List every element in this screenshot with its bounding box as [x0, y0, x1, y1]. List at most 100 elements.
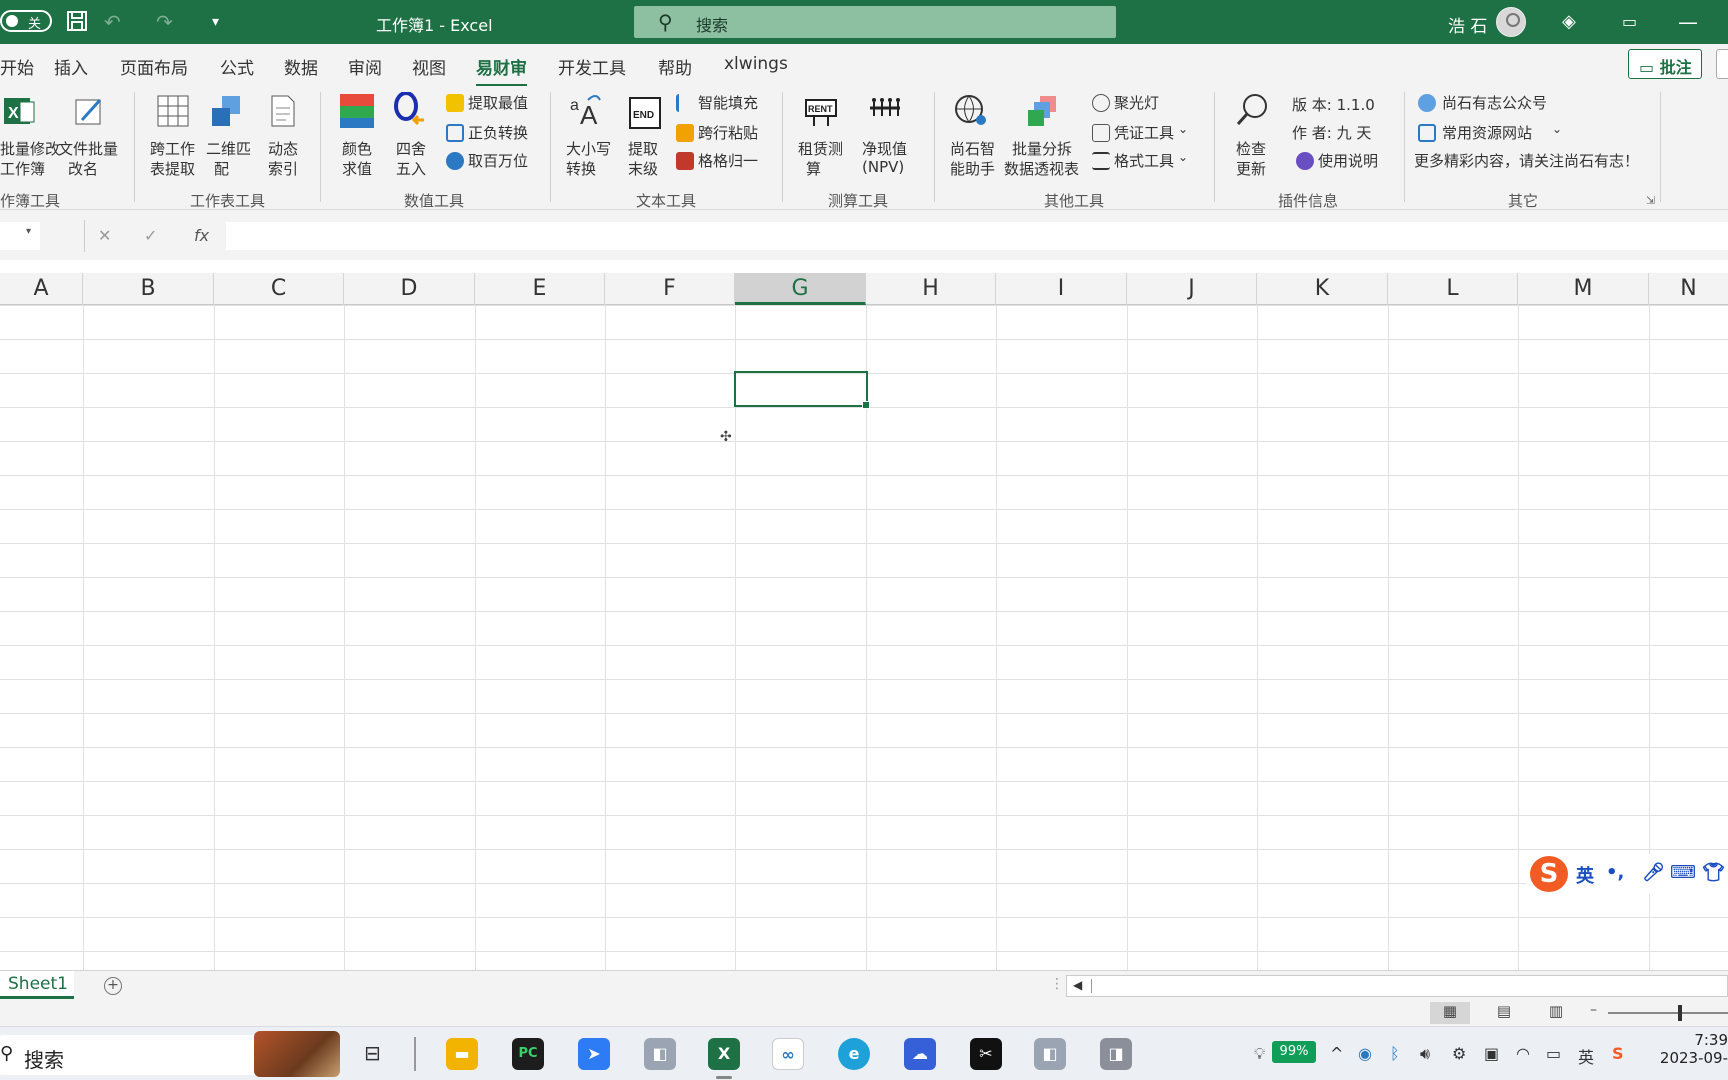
rename-icon[interactable] — [72, 94, 106, 128]
tray-app-icon[interactable]: ◉ — [1358, 1044, 1372, 1063]
cross-sheet-icon[interactable] — [156, 94, 190, 128]
comment-button[interactable]: ▭ 批注 — [1628, 49, 1702, 79]
voucher-label[interactable]: 凭证工具 — [1114, 122, 1174, 143]
tab-data[interactable]: 数据 — [284, 54, 318, 79]
color-sum-label-1[interactable]: 颜色 — [342, 138, 372, 159]
chevron-down-icon[interactable]: ▾ — [26, 226, 31, 237]
tab-yicaishen[interactable]: 易财审 — [476, 54, 527, 87]
page-layout-view-icon[interactable]: ▤ — [1484, 1002, 1524, 1024]
enter-icon[interactable]: ✓ — [144, 226, 157, 245]
zoom-out-icon[interactable]: – — [1590, 1002, 1597, 1018]
column-header[interactable]: M — [1518, 273, 1649, 305]
app-icon[interactable]: ◧ — [644, 1038, 676, 1070]
npv-label-2[interactable]: (NPV) — [862, 158, 904, 176]
workbook-label[interactable]: 工作簿 — [0, 158, 45, 179]
redo-icon[interactable]: ↷ — [156, 10, 173, 34]
case-convert-icon[interactable]: aA — [570, 92, 604, 126]
search-highlight-image[interactable] — [254, 1031, 340, 1077]
feishu-icon[interactable]: ➤ — [578, 1038, 610, 1070]
minimize-icon[interactable]: — — [1678, 10, 1698, 34]
volume-icon[interactable]: 🔊︎ — [1420, 1044, 1430, 1064]
cloud-app-icon[interactable]: ☁ — [904, 1038, 936, 1070]
battery-badge[interactable]: 99% — [1272, 1041, 1316, 1063]
undo-icon[interactable]: ↶ — [104, 10, 121, 34]
fx-button[interactable]: fx — [194, 226, 209, 245]
column-header[interactable]: C — [214, 273, 344, 305]
dynamic-index-icon[interactable] — [266, 94, 300, 128]
clock[interactable]: 7:39 2023-09- — [1652, 1031, 1728, 1067]
million-label[interactable]: 取百万位 — [468, 150, 528, 171]
excel-icon[interactable]: X — [708, 1038, 740, 1079]
tab-review[interactable]: 审阅 — [348, 54, 382, 79]
extract-max-label[interactable]: 提取最值 — [468, 92, 528, 113]
normalize-label[interactable]: 格格归一 — [698, 150, 758, 171]
scroll-split-handle[interactable]: ⋮ — [1050, 976, 1064, 992]
format-label[interactable]: 格式工具 — [1114, 150, 1174, 171]
lease-calc-icon[interactable]: RENT — [804, 94, 838, 128]
npv-label-1[interactable]: 净现值 — [862, 138, 907, 159]
dialog-launcher-icon[interactable]: ⇲ — [1646, 194, 1655, 207]
column-header[interactable]: H — [866, 273, 996, 305]
split-pivot-label-2[interactable]: 数据透视表 — [1004, 158, 1079, 179]
autosave-toggle[interactable]: 关 — [0, 10, 52, 32]
edge-icon[interactable]: e — [838, 1038, 870, 1070]
zoom-slider-knob[interactable] — [1678, 1005, 1682, 1021]
file-batch-label[interactable]: 文件批量 — [58, 138, 118, 159]
sign-switch-label[interactable]: 正负转换 — [468, 122, 528, 143]
active-cell[interactable] — [734, 371, 870, 409]
tab-help[interactable]: 帮助 — [658, 54, 692, 79]
column-header[interactable]: E — [475, 273, 605, 305]
chevron-down-icon[interactable]: ⌄ — [1178, 122, 1188, 136]
bulb-icon[interactable]: 💡︎ — [1254, 1044, 1265, 1064]
scrollbar-thumb[interactable] — [1091, 979, 1728, 993]
extract-end-icon[interactable]: END — [628, 96, 662, 130]
excel-batch-icon[interactable]: X — [2, 94, 36, 128]
column-header[interactable]: I — [996, 273, 1127, 305]
tab-page-layout[interactable]: 页面布局 — [120, 54, 188, 79]
bluetooth-icon[interactable]: ᛒ — [1390, 1044, 1400, 1063]
check-update-icon[interactable] — [1236, 92, 1270, 126]
zoom-slider[interactable] — [1608, 1005, 1728, 1021]
tab-developer[interactable]: 开发工具 — [558, 54, 626, 79]
sogou-logo-icon[interactable]: S — [1530, 856, 1568, 892]
user-name[interactable]: 浩 石 — [1448, 12, 1487, 37]
color-sum-label-2[interactable]: 求值 — [342, 158, 372, 179]
split-pivot-icon[interactable] — [1026, 94, 1060, 128]
tab-view[interactable]: 视图 — [412, 54, 446, 79]
baidu-netdisk-icon[interactable]: ∞ — [772, 1038, 804, 1070]
capcut-icon[interactable]: ✂ — [970, 1038, 1002, 1070]
cross-sheet-label-2[interactable]: 表提取 — [150, 158, 195, 179]
column-header[interactable]: K — [1257, 273, 1388, 305]
tab-home[interactable]: 开始 — [0, 54, 34, 79]
sogou-tray-icon[interactable]: S — [1612, 1044, 1624, 1063]
horizontal-scrollbar[interactable]: ◀ — [1066, 975, 1728, 997]
resources-link[interactable]: 常用资源网站 — [1442, 122, 1532, 143]
task-view-icon[interactable]: ⊟ — [364, 1041, 381, 1065]
file-explorer-icon[interactable]: ▬ — [446, 1038, 478, 1070]
extract-end-label-2[interactable]: 末级 — [628, 158, 658, 179]
npv-icon[interactable] — [868, 94, 902, 128]
tab-xlwings[interactable]: xlwings — [724, 54, 788, 74]
wifi-icon[interactable]: ◠ — [1516, 1044, 1530, 1063]
avatar[interactable] — [1496, 7, 1526, 37]
display-icon[interactable]: ▣ — [1484, 1044, 1499, 1063]
customize-toolbar-icon[interactable]: ▾ — [212, 10, 219, 34]
spotlight-label[interactable]: 聚光灯 — [1114, 92, 1159, 113]
dynamic-index-label-2[interactable]: 索引 — [268, 158, 298, 179]
cross-sheet-label-1[interactable]: 跨工作 — [150, 138, 195, 159]
split-pivot-label-1[interactable]: 批量分拆 — [1012, 138, 1072, 159]
tab-formulas[interactable]: 公式 — [220, 54, 254, 79]
microphone-icon[interactable]: 🎤︎ — [1642, 862, 1665, 883]
ime-tray-icon[interactable]: 英 — [1578, 1044, 1594, 1068]
two-dim-match-icon[interactable] — [210, 94, 244, 128]
dynamic-index-label-1[interactable]: 动态 — [268, 138, 298, 159]
extract-end-label-1[interactable]: 提取 — [628, 138, 658, 159]
sheet-tab[interactable]: Sheet1 — [0, 971, 74, 999]
column-header[interactable]: N — [1649, 273, 1728, 305]
wechat-account-link[interactable]: 尚石有志公众号 — [1442, 92, 1547, 113]
lease-calc-label-2[interactable]: 算 — [806, 158, 821, 179]
skin-icon[interactable]: 👕︎ — [1702, 862, 1725, 883]
ribbon-display-icon[interactable]: ▭ — [1622, 10, 1637, 34]
add-sheet-button[interactable]: + — [104, 977, 122, 995]
search-box[interactable]: ⚲ 搜索 — [634, 6, 1116, 38]
